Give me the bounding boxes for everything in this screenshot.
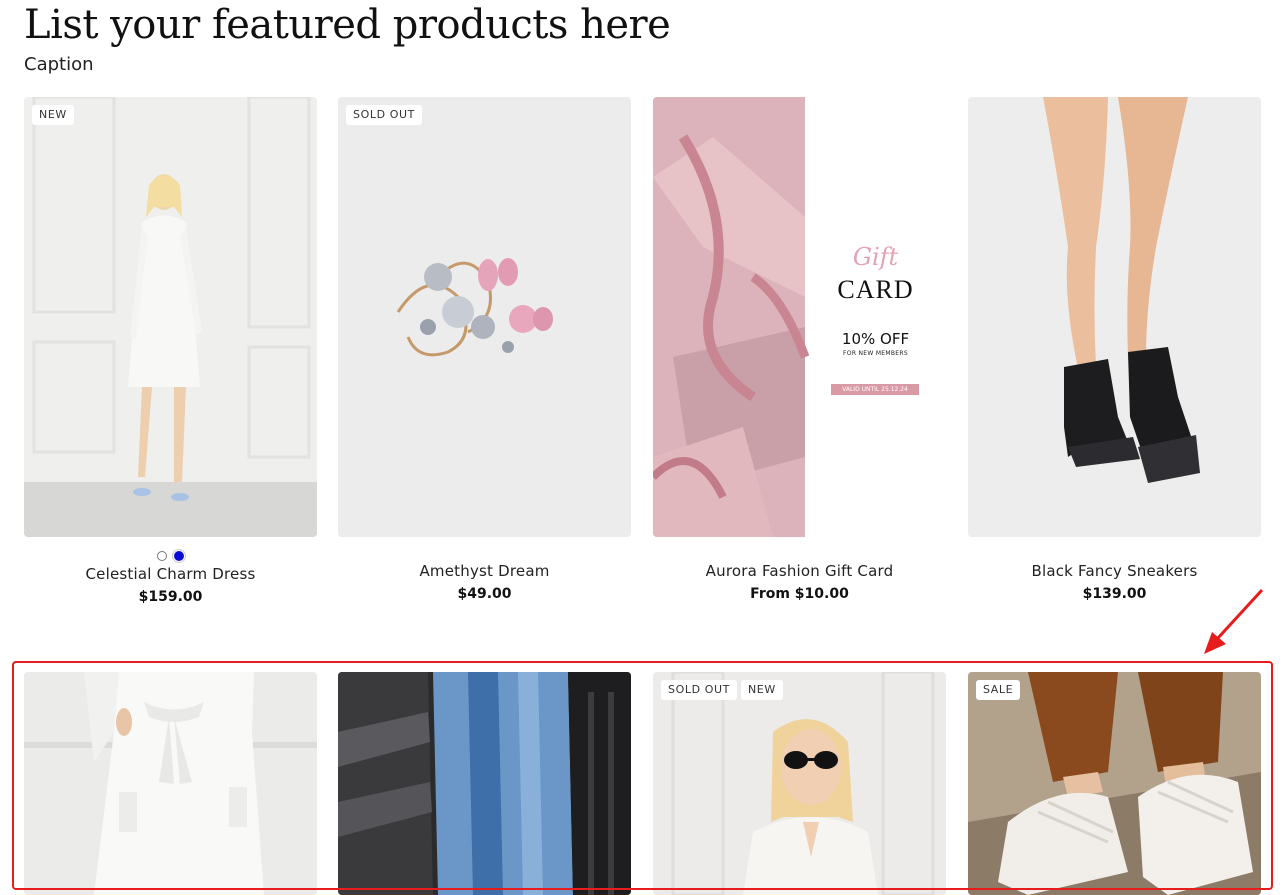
- badges: NEW: [32, 105, 74, 125]
- product-image[interactable]: [968, 97, 1261, 537]
- product-card-amethyst-dream[interactable]: SOLD OUT Amethyst Dream $49.00: [338, 97, 631, 603]
- denim-photo: [338, 672, 631, 895]
- product-image[interactable]: [338, 672, 631, 895]
- sale-badge: SALE: [976, 680, 1021, 700]
- product-image[interactable]: Gift CARD 10% OFF FOR NEW MEMBERS VALID …: [653, 97, 946, 537]
- gift-valid-text: VALID UNTIL 25.12.24: [831, 384, 919, 395]
- sold-out-badge: SOLD OUT: [346, 105, 422, 125]
- product-title[interactable]: Black Fancy Sneakers: [968, 561, 1261, 581]
- product-card-black-fancy-sneakers[interactable]: Black Fancy Sneakers $139.00: [968, 97, 1261, 603]
- product-price: $49.00: [457, 586, 512, 602]
- gift-offer-text: 10% OFF: [841, 330, 910, 348]
- product-image[interactable]: SOLD OUT: [338, 97, 631, 537]
- new-badge: NEW: [740, 680, 783, 700]
- product-image[interactable]: [24, 672, 317, 895]
- badges: SALE: [976, 680, 1021, 700]
- annotation-arrow-icon: [1204, 588, 1264, 654]
- sneakers-photo: [968, 97, 1261, 537]
- product-card-white-sneakers[interactable]: SALE: [968, 672, 1261, 895]
- product-image[interactable]: SOLD OUT NEW: [653, 672, 946, 895]
- product-title[interactable]: Aurora Fashion Gift Card: [653, 561, 946, 581]
- product-title[interactable]: Amethyst Dream: [338, 561, 631, 581]
- product-card-gift-card[interactable]: Gift CARD 10% OFF FOR NEW MEMBERS VALID …: [653, 97, 946, 603]
- gift-heading-text: CARD: [837, 275, 914, 304]
- gift-card-text: Gift CARD 10% OFF FOR NEW MEMBERS VALID …: [805, 97, 946, 537]
- product-card-white-trousers[interactable]: [24, 672, 317, 895]
- brooch-photo: [338, 97, 631, 537]
- swatch-white[interactable]: [157, 551, 167, 561]
- product-image[interactable]: NEW: [24, 97, 317, 537]
- page-caption: Caption: [24, 54, 94, 75]
- product-price: $159.00: [138, 589, 203, 605]
- badges: SOLD OUT: [346, 105, 422, 125]
- product-price: From $10.00: [750, 586, 849, 602]
- dress-photo: [24, 97, 317, 537]
- sold-out-badge: SOLD OUT: [661, 680, 737, 700]
- product-title[interactable]: Celestial Charm Dress: [24, 564, 317, 584]
- product-card-denim[interactable]: [338, 672, 631, 895]
- white-sneakers-photo: [968, 672, 1261, 895]
- product-card-blonde-woman-sunglasses[interactable]: SOLD OUT NEW: [653, 672, 946, 895]
- page-title: List your featured products here: [24, 2, 671, 48]
- product-image[interactable]: SALE: [968, 672, 1261, 895]
- woman-photo: [653, 672, 946, 895]
- badges: SOLD OUT NEW: [661, 680, 783, 700]
- gift-sub-text: FOR NEW MEMBERS: [843, 350, 908, 357]
- color-swatches: [24, 551, 317, 563]
- new-badge: NEW: [32, 105, 74, 125]
- swatch-blue[interactable]: [174, 551, 184, 561]
- product-card-celestial-charm-dress[interactable]: NEW Celestial Charm Dress $159.00: [24, 97, 317, 606]
- gift-script-text: Gift: [852, 243, 899, 271]
- white-trousers-photo: [24, 672, 317, 895]
